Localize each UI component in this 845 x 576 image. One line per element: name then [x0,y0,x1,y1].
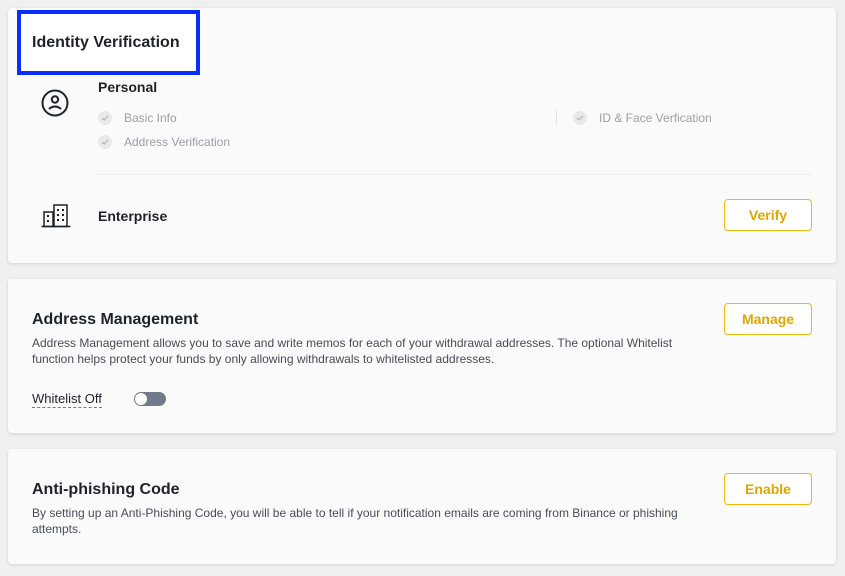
whitelist-toggle[interactable] [134,392,166,406]
address-title: Address Management [32,311,199,328]
user-circle-icon [40,88,70,118]
check-icon [98,135,112,149]
check-item-address-verification: Address Verification [98,135,230,149]
enterprise-label: Enterprise [98,208,168,224]
toggle-knob [135,393,147,405]
address-management-card: Address Management Address Management al… [8,279,836,433]
enable-button[interactable]: Enable [724,473,812,505]
check-icon [98,111,112,125]
verify-button[interactable]: Verify [724,199,812,231]
address-description: Address Management allows you to save an… [32,336,673,366]
check-item-label: Basic Info [124,111,177,125]
antiphish-description: By setting up an Anti-Phishing Code, you… [32,506,678,536]
personal-label: Personal [98,79,158,95]
identity-title: Identity Verification [32,34,180,51]
building-icon [41,202,71,228]
check-item-id-face: ID & Face Verfication [573,111,712,125]
vertical-divider [556,110,557,126]
manage-button[interactable]: Manage [724,303,812,335]
check-item-label: ID & Face Verfication [599,111,712,125]
identity-verification-card: Identity Verification Personal Basic Inf… [8,8,836,263]
whitelist-label[interactable]: Whitelist Off [32,391,102,408]
check-icon [573,111,587,125]
check-item-basic-info: Basic Info [98,111,177,125]
antiphish-title: Anti-phishing Code [32,481,180,498]
section-divider [98,174,812,175]
check-item-label: Address Verification [124,135,231,149]
anti-phishing-card: Anti-phishing Code By setting up an Anti… [8,449,836,564]
